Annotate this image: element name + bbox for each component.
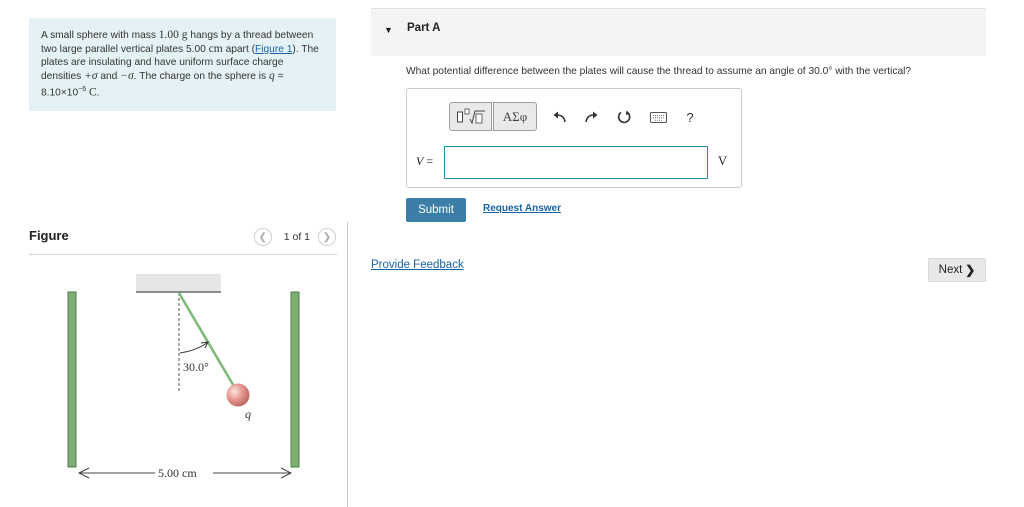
question-text: What potential difference between the pl… xyxy=(406,66,912,77)
charge-exponent: −6 xyxy=(78,86,87,94)
ceiling-support xyxy=(136,274,221,293)
undo-icon[interactable] xyxy=(552,108,566,126)
request-answer-link[interactable]: Request Answer xyxy=(483,203,561,214)
angle-arc xyxy=(179,342,208,354)
problem-text: and xyxy=(100,70,118,82)
problem-text: A small sphere with mass xyxy=(41,30,156,41)
page-count: 1 of 1 xyxy=(283,231,310,243)
math-template-icon xyxy=(456,108,485,124)
chevron-right-icon[interactable]: ❯ xyxy=(318,228,336,246)
redo-icon[interactable] xyxy=(584,108,598,126)
problem-statement: A small sphere with mass 1.00 g hangs by… xyxy=(29,18,336,111)
caret-down-icon[interactable]: ▼ xyxy=(384,25,393,35)
charged-sphere xyxy=(226,383,250,407)
keyboard-icon[interactable] xyxy=(649,108,667,126)
problem-text: . xyxy=(96,87,100,99)
figure-header: Figure ❮ 1 of 1 ❯ xyxy=(29,228,337,255)
angle-label: 30.0° xyxy=(183,360,209,374)
figure-link[interactable]: Figure 1 xyxy=(255,44,292,55)
answer-unit: V xyxy=(718,154,728,168)
part-a-header[interactable]: ▼ Part A xyxy=(371,8,986,56)
right-plate xyxy=(290,291,300,468)
reset-icon[interactable] xyxy=(616,108,632,126)
answer-input[interactable] xyxy=(444,146,708,179)
answer-variable-label: V = xyxy=(416,154,433,169)
problem-text: . The charge on the sphere is xyxy=(133,70,267,82)
problem-text: apart xyxy=(225,43,249,55)
submit-button[interactable]: Submit xyxy=(406,198,466,222)
part-title: Part A xyxy=(407,22,441,34)
column-divider xyxy=(347,222,348,507)
minus-sigma: −σ xyxy=(120,69,134,82)
left-plate xyxy=(67,291,77,468)
math-template-button[interactable] xyxy=(449,102,492,131)
charge-unit: C xyxy=(88,86,97,99)
figure-pager: ❮ 1 of 1 ❯ xyxy=(253,228,336,246)
pendulum-figure: 30.0° q 5.00 cm xyxy=(67,274,300,480)
figure-title: Figure xyxy=(29,228,69,243)
next-button[interactable]: Next ❯ xyxy=(928,258,986,282)
help-icon[interactable]: ? xyxy=(684,108,696,126)
charge-label: q xyxy=(245,407,251,421)
distance-unit: cm xyxy=(208,42,223,55)
mass-unit: g xyxy=(181,29,188,41)
distance-label: 5.00 cm xyxy=(158,466,197,480)
chevron-right-icon: ❯ xyxy=(965,263,976,277)
equals-sign: = xyxy=(423,154,434,168)
next-label: Next xyxy=(938,264,963,276)
provide-feedback-link[interactable]: Provide Feedback xyxy=(371,259,464,271)
plus-sigma: +σ xyxy=(84,69,98,82)
mass-value: 1.00 xyxy=(158,29,179,41)
distance-value: 5.00 xyxy=(185,43,206,55)
chevron-left-icon[interactable]: ❮ xyxy=(253,228,272,246)
greek-symbols-button[interactable]: ΑΣφ xyxy=(493,102,537,131)
